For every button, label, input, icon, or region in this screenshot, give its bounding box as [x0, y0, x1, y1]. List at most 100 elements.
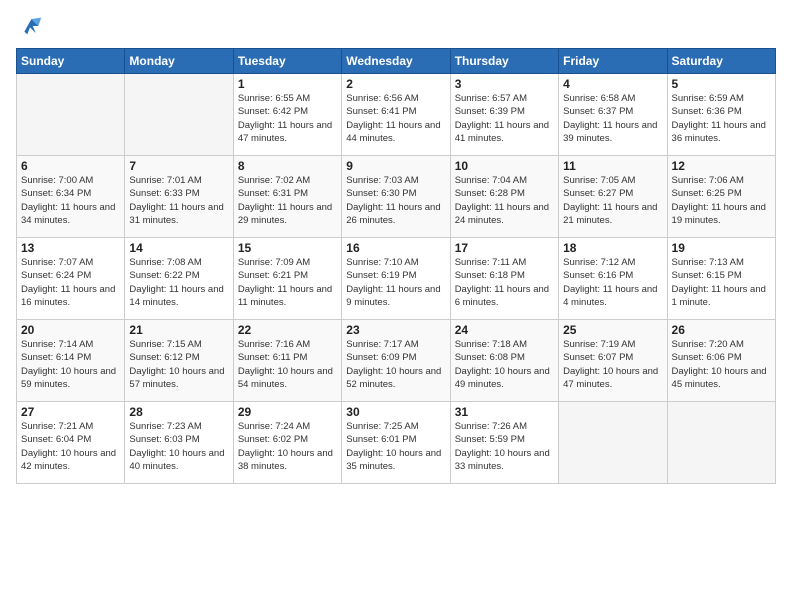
calendar-cell: 17Sunrise: 7:11 AMSunset: 6:18 PMDayligh…: [450, 238, 558, 320]
calendar-cell: 13Sunrise: 7:07 AMSunset: 6:24 PMDayligh…: [17, 238, 125, 320]
calendar-cell: 14Sunrise: 7:08 AMSunset: 6:22 PMDayligh…: [125, 238, 233, 320]
calendar-cell: 9Sunrise: 7:03 AMSunset: 6:30 PMDaylight…: [342, 156, 450, 238]
day-number: 30: [346, 405, 445, 419]
day-info: Sunrise: 7:00 AMSunset: 6:34 PMDaylight:…: [21, 174, 120, 227]
calendar-cell: 11Sunrise: 7:05 AMSunset: 6:27 PMDayligh…: [559, 156, 667, 238]
calendar-cell: [667, 402, 775, 484]
day-info: Sunrise: 7:16 AMSunset: 6:11 PMDaylight:…: [238, 338, 337, 391]
calendar-header-tuesday: Tuesday: [233, 49, 341, 74]
calendar-cell: 6Sunrise: 7:00 AMSunset: 6:34 PMDaylight…: [17, 156, 125, 238]
day-info: Sunrise: 7:14 AMSunset: 6:14 PMDaylight:…: [21, 338, 120, 391]
day-number: 7: [129, 159, 228, 173]
day-info: Sunrise: 7:13 AMSunset: 6:15 PMDaylight:…: [672, 256, 771, 309]
calendar: SundayMondayTuesdayWednesdayThursdayFrid…: [16, 48, 776, 484]
day-number: 25: [563, 323, 662, 337]
day-number: 24: [455, 323, 554, 337]
day-info: Sunrise: 7:02 AMSunset: 6:31 PMDaylight:…: [238, 174, 337, 227]
calendar-cell: 19Sunrise: 7:13 AMSunset: 6:15 PMDayligh…: [667, 238, 775, 320]
calendar-cell: 25Sunrise: 7:19 AMSunset: 6:07 PMDayligh…: [559, 320, 667, 402]
day-number: 5: [672, 77, 771, 91]
day-info: Sunrise: 7:08 AMSunset: 6:22 PMDaylight:…: [129, 256, 228, 309]
day-number: 12: [672, 159, 771, 173]
day-info: Sunrise: 7:20 AMSunset: 6:06 PMDaylight:…: [672, 338, 771, 391]
day-info: Sunrise: 7:06 AMSunset: 6:25 PMDaylight:…: [672, 174, 771, 227]
calendar-cell: 24Sunrise: 7:18 AMSunset: 6:08 PMDayligh…: [450, 320, 558, 402]
day-info: Sunrise: 6:59 AMSunset: 6:36 PMDaylight:…: [672, 92, 771, 145]
calendar-cell: 29Sunrise: 7:24 AMSunset: 6:02 PMDayligh…: [233, 402, 341, 484]
day-number: 27: [21, 405, 120, 419]
day-number: 17: [455, 241, 554, 255]
day-info: Sunrise: 7:12 AMSunset: 6:16 PMDaylight:…: [563, 256, 662, 309]
calendar-header-friday: Friday: [559, 49, 667, 74]
calendar-header-thursday: Thursday: [450, 49, 558, 74]
calendar-cell: 12Sunrise: 7:06 AMSunset: 6:25 PMDayligh…: [667, 156, 775, 238]
calendar-cell: 8Sunrise: 7:02 AMSunset: 6:31 PMDaylight…: [233, 156, 341, 238]
day-info: Sunrise: 7:15 AMSunset: 6:12 PMDaylight:…: [129, 338, 228, 391]
day-number: 1: [238, 77, 337, 91]
day-info: Sunrise: 7:21 AMSunset: 6:04 PMDaylight:…: [21, 420, 120, 473]
calendar-cell: 7Sunrise: 7:01 AMSunset: 6:33 PMDaylight…: [125, 156, 233, 238]
day-number: 31: [455, 405, 554, 419]
page: SundayMondayTuesdayWednesdayThursdayFrid…: [0, 0, 792, 612]
calendar-cell: [559, 402, 667, 484]
day-info: Sunrise: 6:55 AMSunset: 6:42 PMDaylight:…: [238, 92, 337, 145]
day-info: Sunrise: 7:18 AMSunset: 6:08 PMDaylight:…: [455, 338, 554, 391]
calendar-header-monday: Monday: [125, 49, 233, 74]
day-number: 10: [455, 159, 554, 173]
day-info: Sunrise: 6:58 AMSunset: 6:37 PMDaylight:…: [563, 92, 662, 145]
day-number: 8: [238, 159, 337, 173]
day-info: Sunrise: 6:57 AMSunset: 6:39 PMDaylight:…: [455, 92, 554, 145]
calendar-cell: 21Sunrise: 7:15 AMSunset: 6:12 PMDayligh…: [125, 320, 233, 402]
calendar-header-saturday: Saturday: [667, 49, 775, 74]
day-info: Sunrise: 7:04 AMSunset: 6:28 PMDaylight:…: [455, 174, 554, 227]
day-info: Sunrise: 7:03 AMSunset: 6:30 PMDaylight:…: [346, 174, 445, 227]
calendar-cell: 30Sunrise: 7:25 AMSunset: 6:01 PMDayligh…: [342, 402, 450, 484]
calendar-cell: 27Sunrise: 7:21 AMSunset: 6:04 PMDayligh…: [17, 402, 125, 484]
day-info: Sunrise: 7:01 AMSunset: 6:33 PMDaylight:…: [129, 174, 228, 227]
calendar-cell: 10Sunrise: 7:04 AMSunset: 6:28 PMDayligh…: [450, 156, 558, 238]
calendar-week-row: 1Sunrise: 6:55 AMSunset: 6:42 PMDaylight…: [17, 74, 776, 156]
calendar-cell: 5Sunrise: 6:59 AMSunset: 6:36 PMDaylight…: [667, 74, 775, 156]
day-number: 6: [21, 159, 120, 173]
calendar-header-sunday: Sunday: [17, 49, 125, 74]
calendar-header-wednesday: Wednesday: [342, 49, 450, 74]
calendar-cell: 15Sunrise: 7:09 AMSunset: 6:21 PMDayligh…: [233, 238, 341, 320]
day-info: Sunrise: 7:11 AMSunset: 6:18 PMDaylight:…: [455, 256, 554, 309]
calendar-week-row: 13Sunrise: 7:07 AMSunset: 6:24 PMDayligh…: [17, 238, 776, 320]
calendar-week-row: 20Sunrise: 7:14 AMSunset: 6:14 PMDayligh…: [17, 320, 776, 402]
calendar-cell: 20Sunrise: 7:14 AMSunset: 6:14 PMDayligh…: [17, 320, 125, 402]
day-info: Sunrise: 7:17 AMSunset: 6:09 PMDaylight:…: [346, 338, 445, 391]
day-number: 22: [238, 323, 337, 337]
calendar-cell: 23Sunrise: 7:17 AMSunset: 6:09 PMDayligh…: [342, 320, 450, 402]
header: [16, 12, 776, 40]
logo: [16, 12, 48, 40]
day-number: 16: [346, 241, 445, 255]
day-number: 9: [346, 159, 445, 173]
calendar-cell: 28Sunrise: 7:23 AMSunset: 6:03 PMDayligh…: [125, 402, 233, 484]
calendar-cell: 22Sunrise: 7:16 AMSunset: 6:11 PMDayligh…: [233, 320, 341, 402]
day-info: Sunrise: 7:26 AMSunset: 5:59 PMDaylight:…: [455, 420, 554, 473]
day-info: Sunrise: 6:56 AMSunset: 6:41 PMDaylight:…: [346, 92, 445, 145]
day-number: 14: [129, 241, 228, 255]
day-number: 20: [21, 323, 120, 337]
calendar-week-row: 27Sunrise: 7:21 AMSunset: 6:04 PMDayligh…: [17, 402, 776, 484]
day-number: 26: [672, 323, 771, 337]
day-info: Sunrise: 7:19 AMSunset: 6:07 PMDaylight:…: [563, 338, 662, 391]
calendar-week-row: 6Sunrise: 7:00 AMSunset: 6:34 PMDaylight…: [17, 156, 776, 238]
day-number: 13: [21, 241, 120, 255]
day-number: 23: [346, 323, 445, 337]
day-number: 11: [563, 159, 662, 173]
calendar-cell: 2Sunrise: 6:56 AMSunset: 6:41 PMDaylight…: [342, 74, 450, 156]
day-number: 28: [129, 405, 228, 419]
day-number: 19: [672, 241, 771, 255]
day-info: Sunrise: 7:24 AMSunset: 6:02 PMDaylight:…: [238, 420, 337, 473]
day-number: 15: [238, 241, 337, 255]
calendar-cell: 1Sunrise: 6:55 AMSunset: 6:42 PMDaylight…: [233, 74, 341, 156]
calendar-cell: 31Sunrise: 7:26 AMSunset: 5:59 PMDayligh…: [450, 402, 558, 484]
day-info: Sunrise: 7:25 AMSunset: 6:01 PMDaylight:…: [346, 420, 445, 473]
day-info: Sunrise: 7:09 AMSunset: 6:21 PMDaylight:…: [238, 256, 337, 309]
logo-bird-icon: [16, 12, 44, 40]
day-info: Sunrise: 7:10 AMSunset: 6:19 PMDaylight:…: [346, 256, 445, 309]
calendar-cell: [125, 74, 233, 156]
calendar-cell: 18Sunrise: 7:12 AMSunset: 6:16 PMDayligh…: [559, 238, 667, 320]
